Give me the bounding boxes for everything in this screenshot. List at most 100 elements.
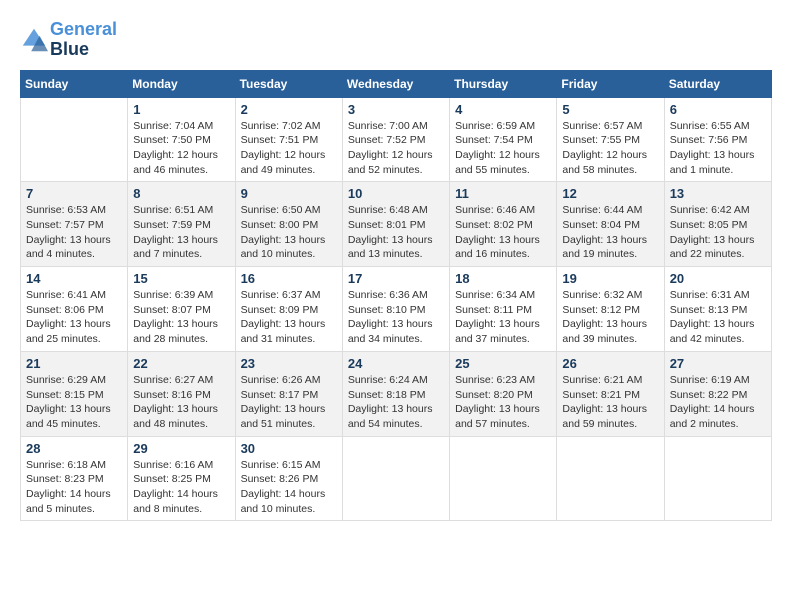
logo-text: General Blue bbox=[50, 20, 117, 60]
week-row-3: 14 Sunrise: 6:41 AMSunset: 8:06 PMDayligh… bbox=[21, 267, 772, 352]
day-number: 10 bbox=[348, 186, 444, 201]
day-detail: Sunrise: 7:02 AMSunset: 7:51 PMDaylight:… bbox=[241, 119, 337, 178]
day-detail: Sunrise: 6:15 AMSunset: 8:26 PMDaylight:… bbox=[241, 458, 337, 517]
day-detail: Sunrise: 6:41 AMSunset: 8:06 PMDaylight:… bbox=[26, 288, 122, 347]
day-number: 13 bbox=[670, 186, 766, 201]
day-detail: Sunrise: 6:55 AMSunset: 7:56 PMDaylight:… bbox=[670, 119, 766, 178]
day-detail: Sunrise: 6:59 AMSunset: 7:54 PMDaylight:… bbox=[455, 119, 551, 178]
calendar-cell: 30 Sunrise: 6:15 AMSunset: 8:26 PMDayligh… bbox=[235, 436, 342, 521]
day-detail: Sunrise: 6:39 AMSunset: 8:07 PMDaylight:… bbox=[133, 288, 229, 347]
day-number: 19 bbox=[562, 271, 658, 286]
day-number: 20 bbox=[670, 271, 766, 286]
calendar-cell: 6 Sunrise: 6:55 AMSunset: 7:56 PMDaylight… bbox=[664, 97, 771, 182]
day-detail: Sunrise: 6:46 AMSunset: 8:02 PMDaylight:… bbox=[455, 203, 551, 262]
calendar-cell: 17 Sunrise: 6:36 AMSunset: 8:10 PMDayligh… bbox=[342, 267, 449, 352]
calendar-cell: 10 Sunrise: 6:48 AMSunset: 8:01 PMDayligh… bbox=[342, 182, 449, 267]
day-detail: Sunrise: 6:51 AMSunset: 7:59 PMDaylight:… bbox=[133, 203, 229, 262]
day-detail: Sunrise: 6:26 AMSunset: 8:17 PMDaylight:… bbox=[241, 373, 337, 432]
day-number: 21 bbox=[26, 356, 122, 371]
day-detail: Sunrise: 6:16 AMSunset: 8:25 PMDaylight:… bbox=[133, 458, 229, 517]
calendar-cell: 22 Sunrise: 6:27 AMSunset: 8:16 PMDayligh… bbox=[128, 351, 235, 436]
weekday-header-saturday: Saturday bbox=[664, 70, 771, 97]
calendar-cell: 3 Sunrise: 7:00 AMSunset: 7:52 PMDaylight… bbox=[342, 97, 449, 182]
day-detail: Sunrise: 6:31 AMSunset: 8:13 PMDaylight:… bbox=[670, 288, 766, 347]
day-number: 9 bbox=[241, 186, 337, 201]
day-number: 4 bbox=[455, 102, 551, 117]
calendar-cell: 1 Sunrise: 7:04 AMSunset: 7:50 PMDaylight… bbox=[128, 97, 235, 182]
calendar-cell: 18 Sunrise: 6:34 AMSunset: 8:11 PMDayligh… bbox=[450, 267, 557, 352]
day-detail: Sunrise: 6:42 AMSunset: 8:05 PMDaylight:… bbox=[670, 203, 766, 262]
calendar-cell bbox=[450, 436, 557, 521]
day-number: 3 bbox=[348, 102, 444, 117]
week-row-5: 28 Sunrise: 6:18 AMSunset: 8:23 PMDayligh… bbox=[21, 436, 772, 521]
weekday-header-monday: Monday bbox=[128, 70, 235, 97]
day-number: 17 bbox=[348, 271, 444, 286]
day-detail: Sunrise: 6:37 AMSunset: 8:09 PMDaylight:… bbox=[241, 288, 337, 347]
calendar-cell: 14 Sunrise: 6:41 AMSunset: 8:06 PMDayligh… bbox=[21, 267, 128, 352]
day-detail: Sunrise: 7:04 AMSunset: 7:50 PMDaylight:… bbox=[133, 119, 229, 178]
calendar-cell: 25Sunrise: 6:23 AMSunset: 8:20 PMDayligh… bbox=[450, 351, 557, 436]
calendar-cell: 28 Sunrise: 6:18 AMSunset: 8:23 PMDayligh… bbox=[21, 436, 128, 521]
day-detail: Sunrise: 6:29 AMSunset: 8:15 PMDaylight:… bbox=[26, 373, 122, 432]
logo-icon bbox=[20, 26, 48, 54]
calendar-cell: 20 Sunrise: 6:31 AMSunset: 8:13 PMDayligh… bbox=[664, 267, 771, 352]
weekday-header-sunday: Sunday bbox=[21, 70, 128, 97]
day-number: 1 bbox=[133, 102, 229, 117]
week-row-1: 1 Sunrise: 7:04 AMSunset: 7:50 PMDaylight… bbox=[21, 97, 772, 182]
calendar-cell: 26 Sunrise: 6:21 AMSunset: 8:21 PMDayligh… bbox=[557, 351, 664, 436]
calendar-cell: 2Sunrise: 7:02 AMSunset: 7:51 PMDaylight… bbox=[235, 97, 342, 182]
day-number: 6 bbox=[670, 102, 766, 117]
day-detail: Sunrise: 6:27 AMSunset: 8:16 PMDaylight:… bbox=[133, 373, 229, 432]
day-number: 30 bbox=[241, 441, 337, 456]
week-row-2: 7Sunrise: 6:53 AMSunset: 7:57 PMDaylight… bbox=[21, 182, 772, 267]
day-number: 27 bbox=[670, 356, 766, 371]
day-detail: Sunrise: 6:48 AMSunset: 8:01 PMDaylight:… bbox=[348, 203, 444, 262]
day-number: 12 bbox=[562, 186, 658, 201]
calendar-cell bbox=[21, 97, 128, 182]
day-detail: Sunrise: 6:53 AMSunset: 7:57 PMDaylight:… bbox=[26, 203, 122, 262]
weekday-header-row: SundayMondayTuesdayWednesdayThursdayFrid… bbox=[21, 70, 772, 97]
calendar-cell: 13 Sunrise: 6:42 AMSunset: 8:05 PMDayligh… bbox=[664, 182, 771, 267]
day-detail: Sunrise: 6:36 AMSunset: 8:10 PMDaylight:… bbox=[348, 288, 444, 347]
calendar-cell: 4 Sunrise: 6:59 AMSunset: 7:54 PMDaylight… bbox=[450, 97, 557, 182]
calendar-cell: 8 Sunrise: 6:51 AMSunset: 7:59 PMDaylight… bbox=[128, 182, 235, 267]
day-detail: Sunrise: 6:18 AMSunset: 8:23 PMDaylight:… bbox=[26, 458, 122, 517]
day-number: 22 bbox=[133, 356, 229, 371]
day-number: 18 bbox=[455, 271, 551, 286]
day-detail: Sunrise: 6:24 AMSunset: 8:18 PMDaylight:… bbox=[348, 373, 444, 432]
day-detail: Sunrise: 6:34 AMSunset: 8:11 PMDaylight:… bbox=[455, 288, 551, 347]
calendar-cell: 27 Sunrise: 6:19 AMSunset: 8:22 PMDayligh… bbox=[664, 351, 771, 436]
logo: General Blue bbox=[20, 20, 117, 60]
day-number: 5 bbox=[562, 102, 658, 117]
day-number: 28 bbox=[26, 441, 122, 456]
calendar-cell: 24 Sunrise: 6:24 AMSunset: 8:18 PMDayligh… bbox=[342, 351, 449, 436]
day-number: 23 bbox=[241, 356, 337, 371]
day-number: 16 bbox=[241, 271, 337, 286]
day-number: 25 bbox=[455, 356, 551, 371]
day-detail: Sunrise: 6:19 AMSunset: 8:22 PMDaylight:… bbox=[670, 373, 766, 432]
calendar-cell: 16 Sunrise: 6:37 AMSunset: 8:09 PMDayligh… bbox=[235, 267, 342, 352]
day-detail: Sunrise: 7:00 AMSunset: 7:52 PMDaylight:… bbox=[348, 119, 444, 178]
page-header: General Blue bbox=[20, 20, 772, 60]
calendar-table: SundayMondayTuesdayWednesdayThursdayFrid… bbox=[20, 70, 772, 522]
calendar-cell: 21 Sunrise: 6:29 AMSunset: 8:15 PMDayligh… bbox=[21, 351, 128, 436]
calendar-cell: 9 Sunrise: 6:50 AMSunset: 8:00 PMDaylight… bbox=[235, 182, 342, 267]
day-detail: Sunrise: 6:32 AMSunset: 8:12 PMDaylight:… bbox=[562, 288, 658, 347]
calendar-cell: 7Sunrise: 6:53 AMSunset: 7:57 PMDaylight… bbox=[21, 182, 128, 267]
calendar-cell: 5 Sunrise: 6:57 AMSunset: 7:55 PMDaylight… bbox=[557, 97, 664, 182]
day-number: 26 bbox=[562, 356, 658, 371]
weekday-header-friday: Friday bbox=[557, 70, 664, 97]
calendar-cell: 12Sunrise: 6:44 AMSunset: 8:04 PMDayligh… bbox=[557, 182, 664, 267]
calendar-cell: 19 Sunrise: 6:32 AMSunset: 8:12 PMDayligh… bbox=[557, 267, 664, 352]
day-number: 24 bbox=[348, 356, 444, 371]
day-number: 14 bbox=[26, 271, 122, 286]
calendar-cell: 11Sunrise: 6:46 AMSunset: 8:02 PMDayligh… bbox=[450, 182, 557, 267]
day-detail: Sunrise: 6:50 AMSunset: 8:00 PMDaylight:… bbox=[241, 203, 337, 262]
day-detail: Sunrise: 6:57 AMSunset: 7:55 PMDaylight:… bbox=[562, 119, 658, 178]
weekday-header-wednesday: Wednesday bbox=[342, 70, 449, 97]
week-row-4: 21 Sunrise: 6:29 AMSunset: 8:15 PMDayligh… bbox=[21, 351, 772, 436]
day-number: 8 bbox=[133, 186, 229, 201]
calendar-cell: 15 Sunrise: 6:39 AMSunset: 8:07 PMDayligh… bbox=[128, 267, 235, 352]
day-detail: Sunrise: 6:21 AMSunset: 8:21 PMDaylight:… bbox=[562, 373, 658, 432]
day-number: 15 bbox=[133, 271, 229, 286]
